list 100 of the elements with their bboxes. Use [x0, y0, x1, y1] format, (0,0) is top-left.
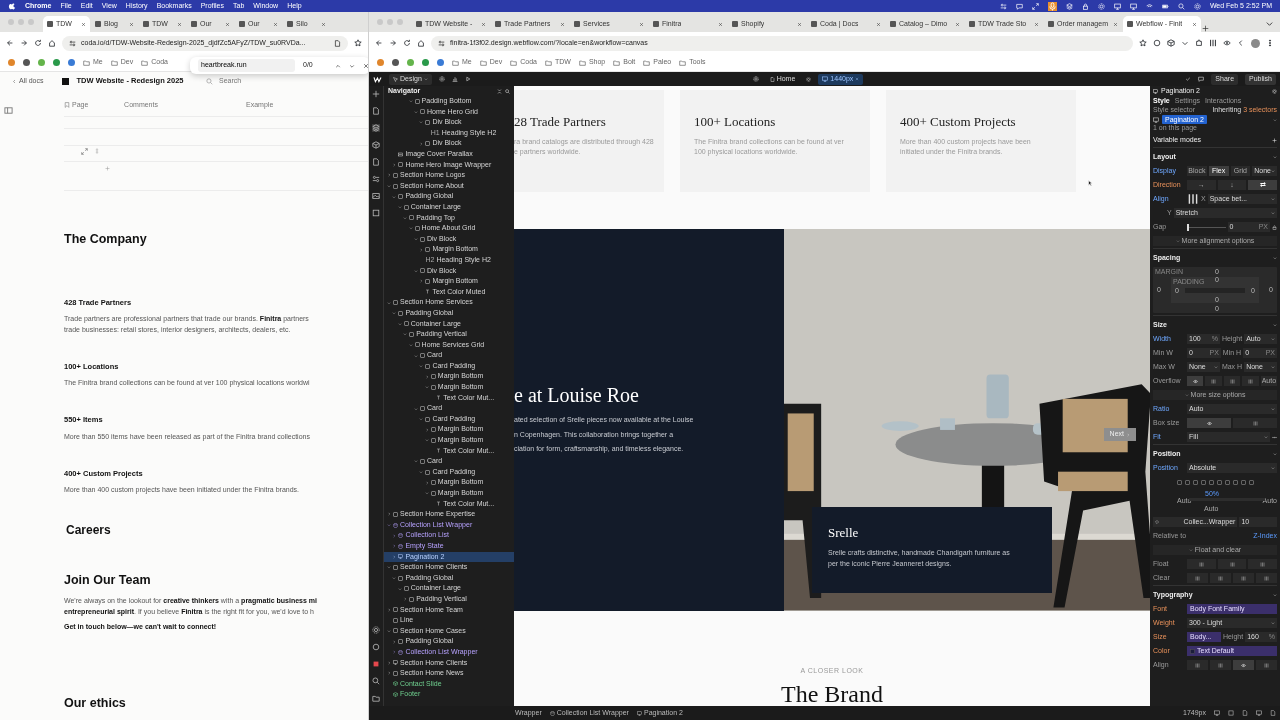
caret-icon[interactable]: [408, 99, 413, 104]
back-icon[interactable]: [375, 39, 383, 47]
caret-icon[interactable]: [419, 141, 424, 146]
reload-icon[interactable]: [34, 39, 42, 47]
battery-icon[interactable]: [1161, 2, 1169, 10]
extension-icon[interactable]: [392, 59, 399, 66]
previous-match-icon[interactable]: [334, 62, 341, 69]
caret-icon[interactable]: [392, 544, 397, 549]
chart-icon[interactable]: [451, 76, 458, 82]
page-icon[interactable]: [372, 107, 380, 115]
close-icon[interactable]: [177, 21, 182, 27]
lock-icon[interactable]: [1081, 2, 1089, 10]
toggle-button[interactable]: [1217, 559, 1247, 569]
caret-icon[interactable]: [392, 533, 397, 538]
avatar[interactable]: [1251, 38, 1260, 48]
bubble-icon[interactable]: [1015, 2, 1023, 10]
microphone-icon[interactable]: [1047, 1, 1057, 11]
close-icon[interactable]: [1192, 21, 1197, 27]
caret-icon[interactable]: [392, 576, 397, 580]
close-icon[interactable]: [560, 21, 565, 27]
close-icon[interactable]: [362, 62, 368, 69]
caret-icon[interactable]: [403, 332, 408, 337]
toggle-button[interactable]: [1210, 660, 1231, 670]
caret-icon[interactable]: [414, 237, 418, 241]
close-icon[interactable]: [639, 21, 644, 27]
sidebar-toggle-icon[interactable]: [4, 106, 13, 115]
webflow-logo-icon[interactable]: [373, 75, 382, 83]
record-icon[interactable]: [372, 660, 380, 668]
home-icon[interactable]: [417, 39, 425, 47]
caret-icon[interactable]: [408, 226, 413, 231]
tab-search-icon[interactable]: [1265, 19, 1274, 28]
gear-icon[interactable]: [438, 76, 445, 82]
gear-icon[interactable]: [752, 76, 759, 82]
add-icon[interactable]: [372, 90, 380, 98]
caret-icon[interactable]: [392, 639, 397, 644]
caret-icon[interactable]: [419, 417, 424, 422]
toggle-button[interactable]: [1248, 559, 1277, 569]
toggle-button[interactable]: [1187, 418, 1231, 428]
caret-icon[interactable]: [392, 554, 397, 559]
toggle-button[interactable]: [1205, 376, 1222, 386]
caret-icon[interactable]: [403, 215, 408, 220]
toggle-button[interactable]: [1223, 376, 1241, 386]
wifi-icon[interactable]: [1145, 2, 1153, 10]
close-icon[interactable]: [718, 21, 723, 27]
reload-icon[interactable]: [403, 39, 411, 47]
caret-icon[interactable]: [424, 480, 429, 485]
caret-icon[interactable]: [419, 120, 424, 125]
caret-icon[interactable]: [419, 470, 424, 475]
close-icon[interactable]: [955, 21, 960, 27]
caret-icon[interactable]: [424, 427, 429, 432]
caret-icon[interactable]: [424, 438, 429, 443]
caret-icon[interactable]: [424, 491, 429, 496]
forward-icon[interactable]: [20, 39, 28, 47]
more-icon[interactable]: [1266, 39, 1274, 47]
close-icon[interactable]: [797, 21, 802, 27]
lock-icon[interactable]: [1272, 224, 1277, 230]
expand-icon[interactable]: [81, 148, 88, 155]
caret-icon[interactable]: [392, 194, 397, 199]
caret-icon[interactable]: [397, 321, 402, 326]
layers-icon[interactable]: [1065, 2, 1073, 10]
close-icon[interactable]: [481, 21, 486, 27]
caret-icon[interactable]: [403, 597, 408, 602]
toggle-button[interactable]: [1256, 573, 1277, 583]
code-icon[interactable]: [1237, 39, 1245, 47]
folder-icon[interactable]: [372, 694, 380, 702]
search-icon[interactable]: [372, 677, 380, 685]
caret-icon[interactable]: [397, 586, 402, 591]
check-icon[interactable]: [1185, 76, 1192, 82]
caret-icon[interactable]: [387, 629, 391, 633]
toggle-button[interactable]: [1210, 573, 1231, 583]
caret-icon[interactable]: [424, 385, 429, 390]
cube-icon[interactable]: [372, 141, 380, 149]
extension-icon[interactable]: [68, 59, 75, 66]
toggle-button[interactable]: [1187, 376, 1204, 386]
close-icon[interactable]: [1113, 21, 1118, 27]
extension-icon[interactable]: [53, 59, 60, 66]
caret-icon[interactable]: [392, 311, 397, 316]
close-icon[interactable]: [876, 21, 881, 27]
caret-icon[interactable]: [419, 247, 424, 252]
toggle-button[interactable]: [1233, 573, 1254, 583]
close-icon[interactable]: [273, 21, 278, 27]
close-icon[interactable]: [129, 21, 134, 27]
bookmark-star-icon[interactable]: [354, 39, 362, 47]
close-icon[interactable]: [81, 21, 86, 27]
apple-logo-icon[interactable]: [8, 2, 16, 10]
toggle-button[interactable]: [1233, 660, 1254, 670]
extension-icon[interactable]: [422, 59, 429, 66]
caret-icon[interactable]: [419, 279, 424, 284]
collapse-icon[interactable]: [497, 88, 502, 94]
image-icon[interactable]: [372, 192, 380, 200]
home-icon[interactable]: [48, 39, 56, 47]
toggle-button[interactable]: [1187, 559, 1216, 569]
toggle-button[interactable]: [1242, 376, 1259, 386]
forward-icon[interactable]: [389, 39, 397, 47]
caret-icon[interactable]: [408, 342, 413, 347]
new-tab-icon[interactable]: [1202, 25, 1209, 32]
monitor-icon[interactable]: [1113, 2, 1121, 10]
caret-icon[interactable]: [392, 162, 397, 167]
caret-icon[interactable]: [424, 374, 429, 379]
preview-icon[interactable]: [464, 76, 471, 82]
